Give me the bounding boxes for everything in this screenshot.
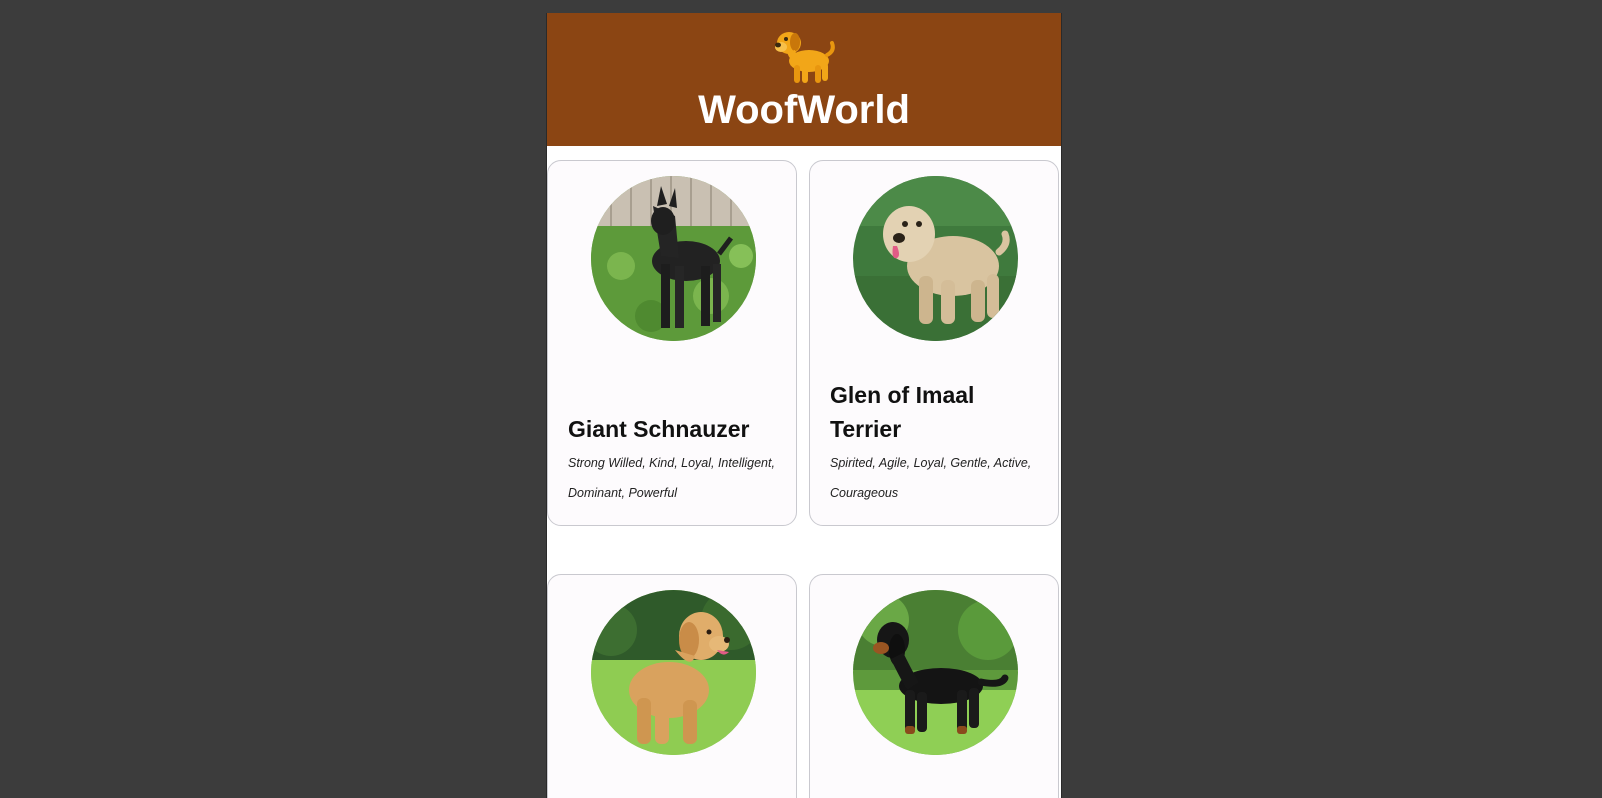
breed-traits: Strong Willed, Kind, Loyal, Intelligent,…	[568, 456, 775, 500]
breed-name: Giant Schnauzer	[568, 416, 750, 442]
giant-schnauzer-photo	[591, 176, 756, 341]
breed-card[interactable]: Giant Schnauzer Strong Willed, Kind, Loy…	[547, 160, 797, 526]
golden-retriever-photo	[591, 590, 756, 755]
breed-name: Glen of Imaal Terrier	[830, 382, 975, 442]
dog-icon	[775, 32, 835, 83]
breed-card[interactable]	[809, 574, 1059, 798]
app-viewport: WoofWorld Giant Schnauzer Strong Willed,…	[546, 13, 1062, 798]
glen-of-imaal-terrier-photo	[853, 176, 1018, 341]
gordon-setter-photo	[853, 590, 1018, 755]
breed-card[interactable]: Glen of Imaal Terrier Spirited, Agile, L…	[809, 160, 1059, 526]
breed-traits: Spirited, Agile, Loyal, Gentle, Active, …	[830, 456, 1032, 500]
site-title: WoofWorld	[698, 88, 910, 132]
site-header: WoofWorld	[547, 13, 1061, 146]
breed-card[interactable]	[547, 574, 797, 798]
